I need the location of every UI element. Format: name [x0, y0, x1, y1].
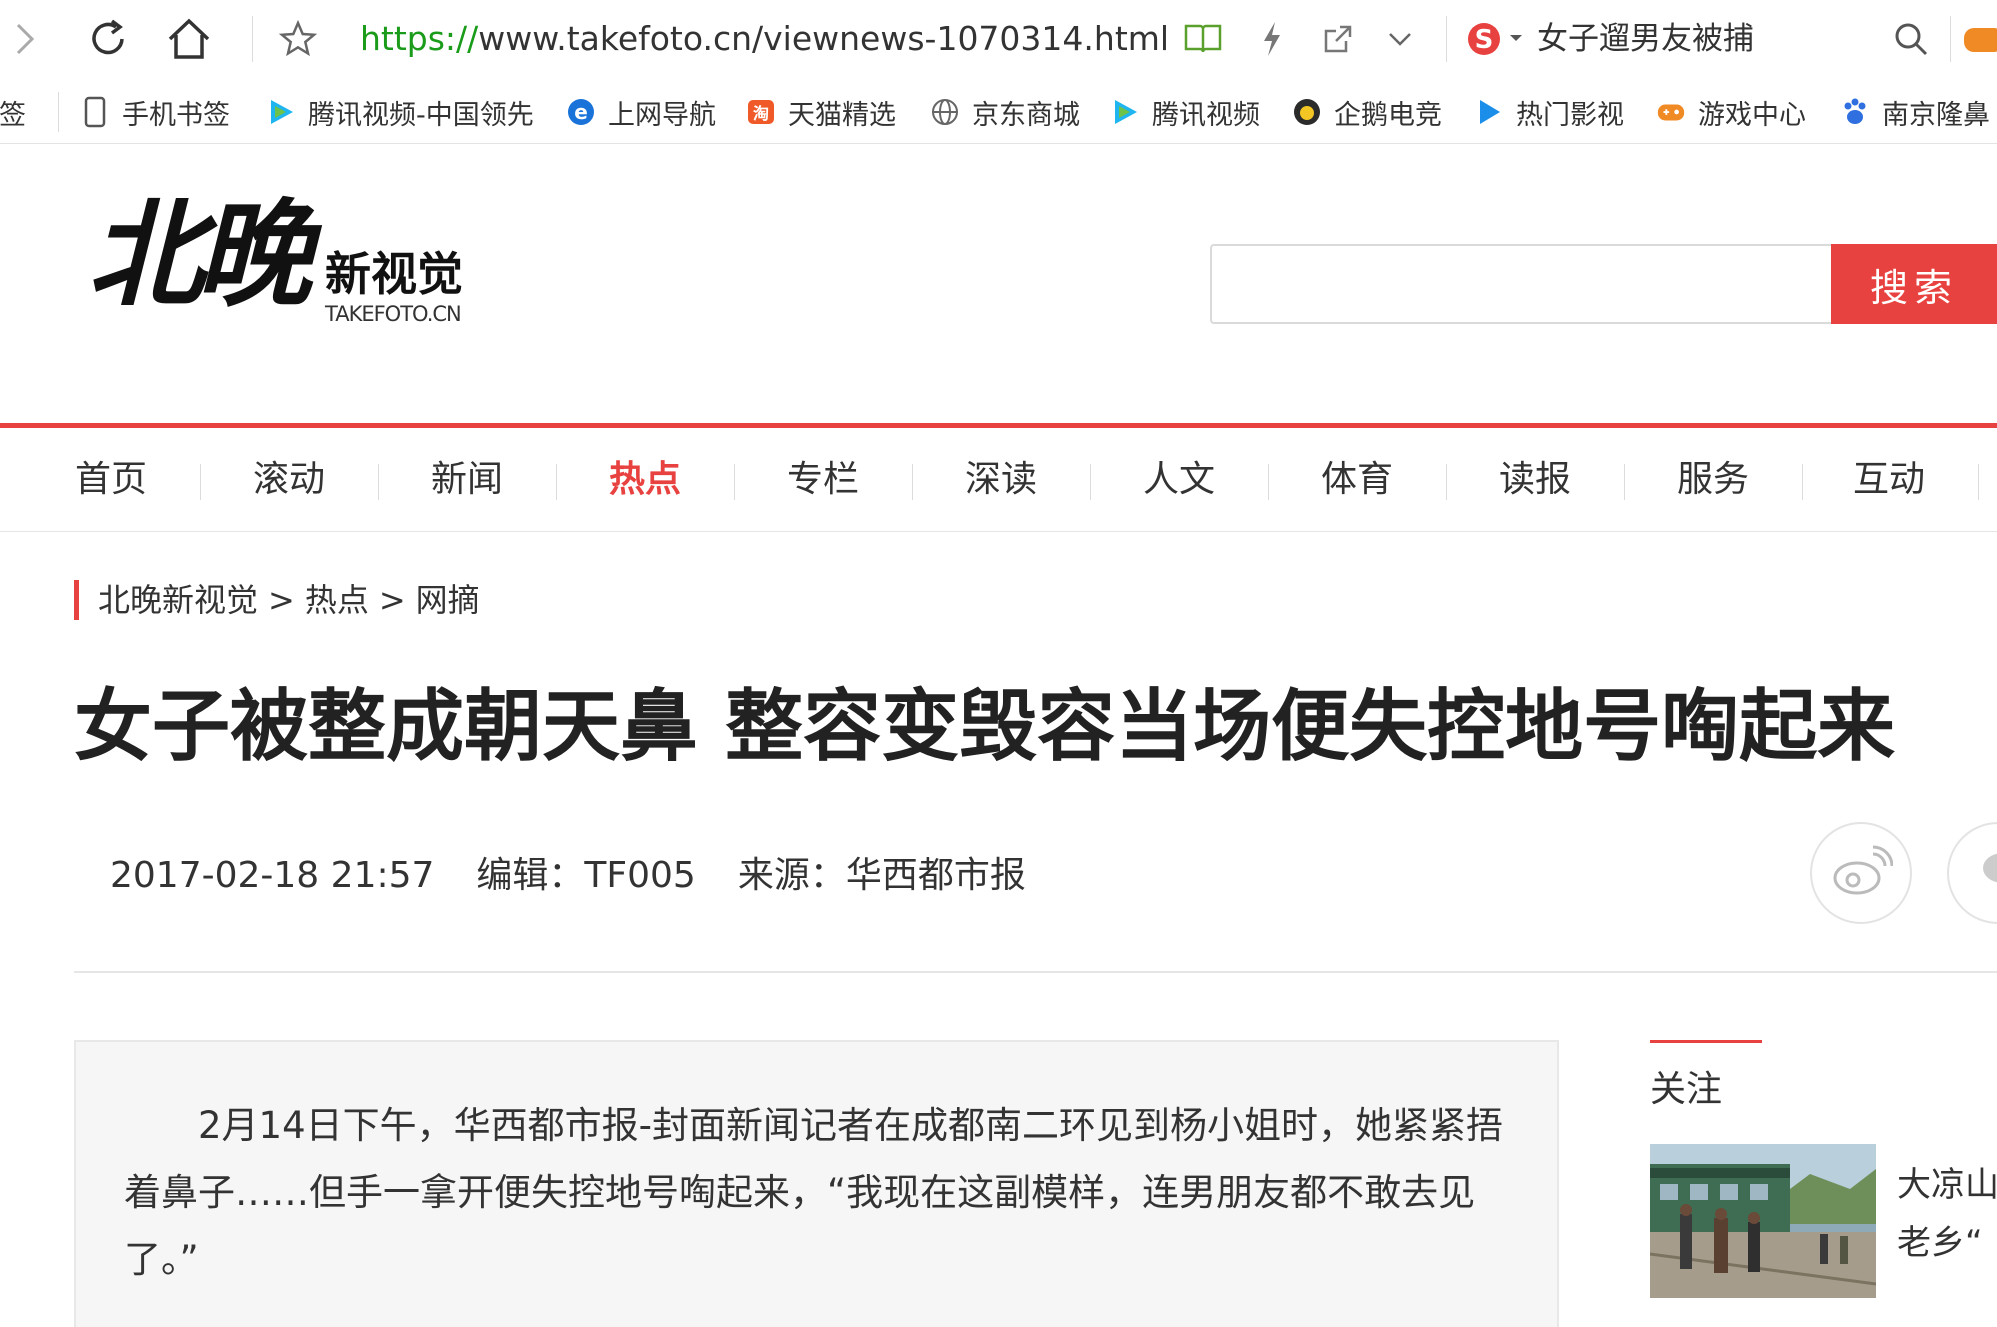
share-icon[interactable] [1316, 14, 1360, 64]
wechat-icon [1973, 846, 1997, 900]
breadcrumb-separator: > [268, 581, 295, 619]
site-logo-subtitle: 新视觉 [325, 247, 463, 301]
nav-item-sports[interactable]: 体育 [1268, 428, 1446, 532]
bookmark-item-mobile[interactable]: 手机书签 [80, 90, 230, 134]
tencent-video-icon [266, 97, 296, 127]
nav-item-news[interactable]: 新闻 [378, 428, 556, 532]
penguin-esports-icon [1292, 97, 1322, 127]
nav-item-newspaper[interactable]: 读报 [1446, 428, 1624, 532]
chevron-down-icon[interactable] [1380, 14, 1420, 64]
breadcrumb-hot[interactable]: 热点 [305, 581, 369, 619]
article-summary: 2月14日下午，华西都市报-封面新闻记者在成都南二环见到杨小姐时，她紧紧捂着鼻子… [124, 1104, 1503, 1281]
forward-icon[interactable] [0, 14, 50, 64]
nav-item-rolling[interactable]: 滚动 [200, 428, 378, 532]
bookmark-item-hot-movies[interactable]: 热门影视 [1474, 90, 1624, 134]
svg-text:淘: 淘 [753, 104, 769, 123]
title-divider [74, 971, 1997, 973]
weibo-share-button[interactable] [1810, 822, 1912, 924]
sidebar-item-line-2: 老乡“ [1897, 1223, 1983, 1263]
bookmark-label: 手机书签 [122, 99, 230, 131]
article-meta: 2017-02-18 21:57 编辑：TF005 来源：华西都市报 [110, 852, 1068, 900]
wechat-share-button[interactable] [1947, 822, 1997, 924]
breadcrumb-marker [74, 580, 79, 620]
site-logo[interactable]: 北晚 [88, 180, 312, 330]
breadcrumb-home[interactable]: 北晚新视觉 [98, 581, 258, 619]
browser-search-field[interactable]: 女子遛男友被捕 [1537, 17, 1754, 61]
nav-item-home[interactable]: 首页 [22, 428, 200, 532]
reading-mode-icon[interactable] [1180, 14, 1226, 64]
url-scheme: https:// [360, 19, 479, 58]
tmall-icon: 淘 [746, 97, 776, 127]
weibo-icon [1829, 844, 1894, 902]
sidebar-item-line-1: 大凉山 [1897, 1165, 1997, 1205]
phone-icon [80, 96, 110, 128]
article-source: 来源：华西都市报 [737, 855, 1026, 896]
globe-icon [930, 97, 960, 127]
sidebar-item-text[interactable]: 大凉山 老乡“ [1897, 1156, 1997, 1272]
play-icon [1474, 97, 1504, 127]
nav-item-interact[interactable]: 互动 [1800, 428, 1978, 532]
sidebar-title: 关注 [1650, 1069, 1723, 1110]
svg-text:e: e [574, 100, 588, 124]
nav-item-column[interactable]: 专栏 [734, 428, 912, 532]
site-search-button[interactable]: 搜索 [1831, 244, 1997, 324]
sogou-search-icon[interactable]: S [1462, 14, 1524, 64]
bookmark-item-tencent-video[interactable]: 腾讯视频 [1110, 90, 1260, 134]
nav-item-deep-read[interactable]: 深读 [912, 428, 1090, 532]
search-icon[interactable] [1888, 14, 1934, 64]
bookmark-label: 南京隆鼻 [1882, 99, 1990, 131]
url-path: www.takefoto.cn/viewnews-1070314.html [478, 19, 1170, 58]
home-icon[interactable] [162, 14, 216, 64]
bookmark-item-tencent-video-cn[interactable]: 腾讯视频-中国领先 [266, 90, 534, 134]
bookmark-label: 热门影视 [1516, 99, 1624, 131]
gamepad-icon [1656, 97, 1686, 127]
bookmark-label: 上网导航 [608, 99, 716, 131]
bookmark-item-game-center[interactable]: 游戏中心 [1656, 90, 1806, 134]
bookmark-item-bookmarks[interactable]: 书签 [0, 90, 26, 134]
sidebar-accent [1650, 1040, 1762, 1043]
site-search-input[interactable] [1210, 244, 1832, 324]
article-title: 女子被整成朝天鼻 整容变毁容当场便失控地号啕起来 [74, 682, 1896, 772]
lightning-icon[interactable] [1252, 14, 1292, 64]
bookmark-label: 腾讯视频-中国领先 [308, 99, 534, 131]
bookmark-label: 书签 [0, 99, 26, 131]
star-icon[interactable] [276, 14, 320, 64]
ie-icon: e [566, 97, 596, 127]
article-editor: 编辑：TF005 [476, 855, 696, 896]
bookmark-label: 京东商城 [972, 99, 1080, 131]
sidebar-thumbnail[interactable] [1650, 1144, 1876, 1298]
nav-item-hot[interactable]: 热点 [556, 428, 734, 532]
article-summary-box: 2月14日下午，华西都市报-封面新闻记者在成都南二环见到杨小姐时，她紧紧捂着鼻子… [74, 1040, 1559, 1327]
bookmark-item-jd[interactable]: 京东商城 [930, 90, 1080, 134]
breadcrumb-separator: > [378, 581, 406, 619]
bookmark-item-penguin-esports[interactable]: 企鹅电竞 [1292, 90, 1442, 134]
bookmark-item-tmall[interactable]: 淘 天猫精选 [746, 90, 896, 134]
bookmark-label: 企鹅电竞 [1334, 99, 1442, 131]
baidu-paw-icon [1840, 97, 1870, 127]
site-logo-domain: TAKEFOTO.CN [325, 302, 462, 326]
url-text[interactable]: https://www.takefoto.cn/viewnews-1070314… [360, 17, 1169, 61]
nav-item-culture[interactable]: 人文 [1090, 428, 1268, 532]
bookmark-item-nanjing[interactable]: 南京隆鼻 [1840, 90, 1990, 134]
breadcrumb-digest[interactable]: 网摘 [416, 581, 480, 619]
bookmark-label: 天猫精选 [788, 99, 896, 131]
article-date: 2017-02-18 21:57 [110, 855, 435, 896]
game-icon[interactable] [1962, 14, 1997, 64]
nav-item-service[interactable]: 服务 [1624, 428, 1802, 532]
browser-address-bar: https://www.takefoto.cn/viewnews-1070314… [0, 0, 1997, 78]
breadcrumb: 北晚新视觉 > 热点 > 网摘 [98, 575, 480, 625]
tencent-video-icon [1110, 97, 1140, 127]
bookmark-label: 腾讯视频 [1152, 99, 1260, 131]
bookmark-item-nav[interactable]: e 上网导航 [566, 90, 716, 134]
main-nav: 首页 滚动 新闻 热点 专栏 深读 人文 体育 读报 服务 互动 [0, 428, 1997, 532]
refresh-icon[interactable] [82, 14, 134, 64]
svg-text:S: S [1475, 25, 1494, 55]
bookmark-label: 游戏中心 [1698, 99, 1806, 131]
